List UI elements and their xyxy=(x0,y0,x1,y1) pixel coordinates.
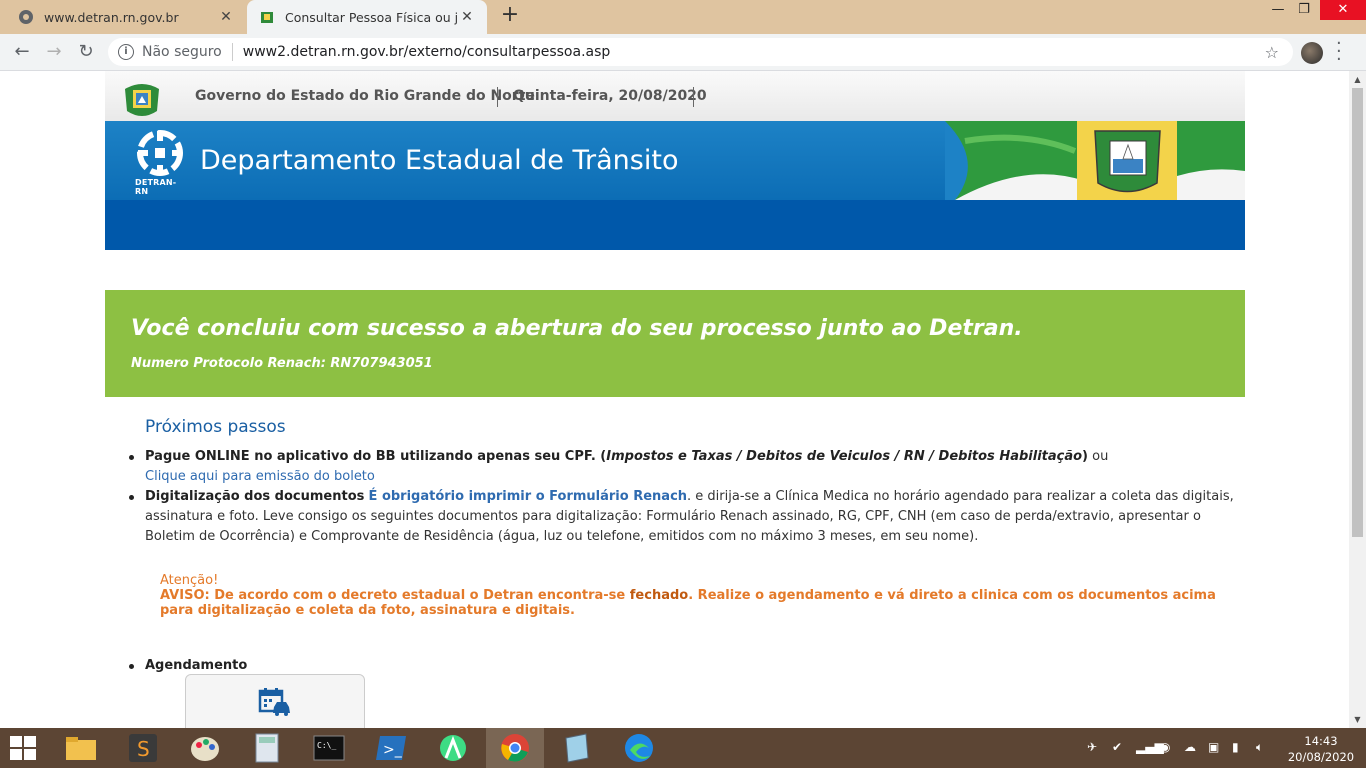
calculator-icon[interactable] xyxy=(250,732,284,764)
browser-tab-strip: www.detran.rn.gov.br ✕ Consultar Pessoa … xyxy=(0,0,1366,34)
network-app-icon[interactable]: ✈ xyxy=(1087,740,1097,754)
step-pay-italic: Impostos e Taxas / Debitos de Veiculos /… xyxy=(606,449,1083,464)
reload-button[interactable]: ↻ xyxy=(73,40,99,64)
restore-button[interactable]: ❐ xyxy=(1288,0,1320,20)
pdf-tray-icon[interactable]: ▣ xyxy=(1208,740,1219,754)
svg-text:>_: >_ xyxy=(383,742,403,758)
clock-date: 20/08/2020 xyxy=(1287,750,1355,764)
page-viewport: Governo do Estado do Rio Grande do Norte… xyxy=(0,71,1366,728)
sublime-text-icon[interactable]: S xyxy=(126,732,160,764)
scheduling-button[interactable] xyxy=(185,674,365,728)
info-icon[interactable]: i xyxy=(118,44,134,60)
detran-banner: DETRAN-RN Departamento Estadual de Trâns… xyxy=(105,121,1245,200)
tab-title: Consultar Pessoa Física ou jurídic xyxy=(285,9,459,25)
powershell-icon[interactable]: >_ xyxy=(374,732,408,764)
volume-icon[interactable]: 🔈︎ xyxy=(1256,740,1263,755)
clock-time: 14:43 xyxy=(1304,734,1338,748)
rn-flag-image xyxy=(945,121,1245,200)
security-label: Não seguro xyxy=(142,44,222,60)
forward-button[interactable]: → xyxy=(41,40,67,64)
svg-text:S: S xyxy=(137,737,150,761)
calendar-car-icon xyxy=(258,688,290,716)
close-window-button[interactable]: ✕ xyxy=(1320,0,1366,20)
tab-detran-home[interactable]: www.detran.rn.gov.br ✕ xyxy=(6,0,246,34)
blue-nav-band xyxy=(105,200,1245,250)
divider xyxy=(497,87,498,107)
current-date: Quinta-feira, 20/08/2020 xyxy=(513,88,707,104)
list-item: Agendamento xyxy=(129,656,1235,676)
divider xyxy=(693,87,694,107)
step-docs-title: Digitalização dos documentos xyxy=(145,489,365,504)
rn-crest-icon xyxy=(261,12,273,23)
next-steps-heading: Próximos passos xyxy=(145,417,286,437)
svg-text:C:\_: C:\_ xyxy=(317,741,336,750)
detran-emblem-icon xyxy=(137,130,183,176)
step-pay-text: Pague ONLINE no aplicativo do BB utiliza… xyxy=(145,449,607,464)
profile-avatar[interactable] xyxy=(1301,42,1323,64)
logo-label: DETRAN-RN xyxy=(135,178,177,196)
command-prompt-icon[interactable]: C:\_ xyxy=(312,732,346,764)
warning-prefix: AVISO: De acordo com o decreto estadual … xyxy=(160,588,630,603)
bookmark-star-icon[interactable]: ☆ xyxy=(1265,43,1279,62)
url-text[interactable]: www2.detran.rn.gov.br/externo/consultarp… xyxy=(243,44,611,60)
scroll-down-arrow[interactable]: ▼ xyxy=(1349,711,1366,728)
address-bar[interactable]: i Não seguro www2.detran.rn.gov.br/exter… xyxy=(108,38,1293,66)
detran-logo: DETRAN-RN xyxy=(133,129,187,196)
success-panel: Você concluiu com sucesso a abertura do … xyxy=(105,290,1245,397)
scroll-up-arrow[interactable]: ▲ xyxy=(1349,71,1366,88)
attention-label: Atenção! xyxy=(160,573,219,588)
close-tab-icon[interactable]: ✕ xyxy=(459,9,475,25)
success-title: Você concluiu com sucesso a abertura do … xyxy=(131,316,1023,341)
gov-title: Governo do Estado do Rio Grande do Norte xyxy=(195,88,535,104)
close-tab-icon[interactable]: ✕ xyxy=(218,9,234,25)
boleto-link[interactable]: Clique aqui para emissão do boleto xyxy=(145,469,375,484)
file-explorer-icon[interactable] xyxy=(64,732,98,764)
warning-strong: fechado xyxy=(629,588,689,603)
divider xyxy=(231,43,233,61)
page-title: Departamento Estadual de Trânsito xyxy=(200,145,679,176)
tab-consultar-pessoa[interactable]: Consultar Pessoa Física ou jurídic ✕ xyxy=(247,0,487,34)
paint-icon[interactable] xyxy=(188,732,222,764)
vpn-tray-icon[interactable]: ◉ xyxy=(1160,740,1170,754)
next-steps-section: Próximos passos Pague ONLINE no aplicati… xyxy=(129,417,1235,676)
browser-toolbar: ← → ↻ i Não seguro www2.detran.rn.gov.br… xyxy=(0,34,1366,71)
battery-icon[interactable]: ▮ xyxy=(1232,740,1239,754)
tab-title: www.detran.rn.gov.br xyxy=(44,9,179,25)
windows-start-icon[interactable] xyxy=(8,734,38,762)
vertical-scrollbar[interactable]: ▲ ▼ xyxy=(1349,71,1366,728)
scroll-thumb[interactable] xyxy=(1352,88,1363,537)
list-item: Pague ONLINE no aplicativo do BB utiliza… xyxy=(129,447,1235,487)
list-item: Digitalização dos documentos É obrigatór… xyxy=(129,487,1235,547)
menu-icon[interactable]: · · · xyxy=(1336,35,1342,69)
globe-icon xyxy=(19,10,33,24)
sync-tray-icon[interactable]: ✔ xyxy=(1112,740,1122,754)
warning-notice: Atenção! AVISO: De acordo com o decreto … xyxy=(160,573,1235,618)
new-tab-button[interactable]: + xyxy=(498,4,522,28)
cloud-tray-icon[interactable]: ☁ xyxy=(1184,740,1196,754)
renach-form-link[interactable]: É obrigatório imprimir o Formulário Rena… xyxy=(369,489,688,504)
taskbar-clock[interactable]: 14:43 20/08/2020 xyxy=(1285,733,1357,765)
gov-header: Governo do Estado do Rio Grande do Norte… xyxy=(105,71,1245,121)
notepad-icon[interactable] xyxy=(560,732,594,764)
protocol-number: Numero Protocolo Renach: RN707943051 xyxy=(131,356,433,371)
back-button[interactable]: ← xyxy=(9,40,35,64)
rn-coat-of-arms-icon xyxy=(125,84,159,116)
scheduling-title: Agendamento xyxy=(145,658,248,673)
edge-icon[interactable] xyxy=(622,732,656,764)
step-pay-or: ou xyxy=(1088,449,1109,464)
chrome-icon[interactable] xyxy=(498,732,532,764)
android-studio-icon[interactable] xyxy=(436,732,470,764)
windows-taskbar: S C:\_ >_ ✈ ✔ ▂▄▆ ◉ ☁ ▣ ▮ 🔈︎ 14:43 20/08… xyxy=(0,728,1366,768)
